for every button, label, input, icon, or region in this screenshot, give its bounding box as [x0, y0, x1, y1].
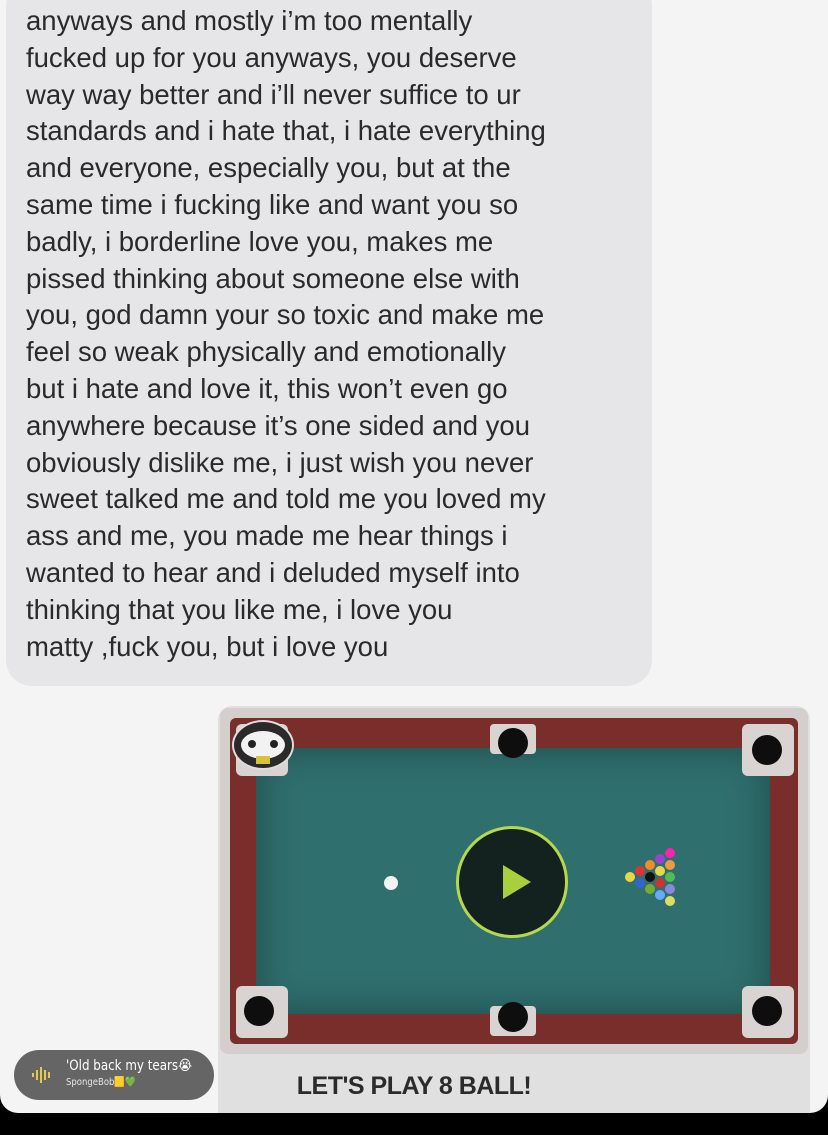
pocket-bottom-left [244, 996, 274, 1026]
message-line: wanted to hear and i deluded myself into [26, 557, 520, 588]
music-title: 'Old back my tears😭 [66, 1058, 193, 1074]
message-line: badly, i borderline love you, makes me [26, 225, 494, 257]
message-line: thinking that you like me, i love you [26, 593, 453, 625]
message-line: standards and i hate that, i hate everyt… [26, 115, 546, 147]
message-line: way way better and i’ll never suffice to… [26, 78, 521, 110]
cue-ball [384, 876, 398, 890]
play-icon [503, 865, 531, 899]
soundwave-icon [32, 1067, 50, 1083]
play-button[interactable] [456, 826, 568, 938]
music-sticker[interactable]: 'Old back my tears😭 SpongeBob🟨💚 [14, 1050, 214, 1100]
message-line: you, god damn your so toxic and make me [26, 299, 545, 331]
message-line: fucked up for you anyways, you deserve [26, 41, 517, 73]
message-line: feel so weak physically and emotionally [26, 336, 506, 368]
message-bubble: anyways and mostly i’m too mentally fucke… [6, 0, 652, 686]
message-line: matty ,fuck you, but i love you [26, 630, 389, 662]
message-line: obviously dislike me, i just wish you ne… [26, 446, 534, 478]
game-avatar-icon [232, 720, 294, 770]
message-line: anywhere because it’s one sided and you [26, 409, 531, 441]
message-line: and everyone, especially you, but at the [26, 152, 511, 184]
pocket-top-middle [498, 728, 528, 758]
pocket-top-right [752, 735, 782, 765]
story-screen: anyways and mostly i’m too mentally fucke… [0, 0, 828, 1113]
pocket-bottom-right [752, 996, 782, 1026]
music-artist: SpongeBob🟨💚 [66, 1077, 136, 1088]
pocket-bottom-middle [498, 1002, 528, 1032]
message-line: but i hate and love it, this won’t even … [26, 373, 508, 404]
message-line: same time i fucking like and want you so [26, 189, 519, 220]
message-line: pissed thinking about someone else with [26, 262, 520, 294]
message-line: ass and me, you made me hear things i [26, 520, 508, 552]
message-line: anyways and mostly i’m too mentally [26, 5, 473, 36]
message-line: sweet talked me and told me you loved my [26, 483, 546, 515]
